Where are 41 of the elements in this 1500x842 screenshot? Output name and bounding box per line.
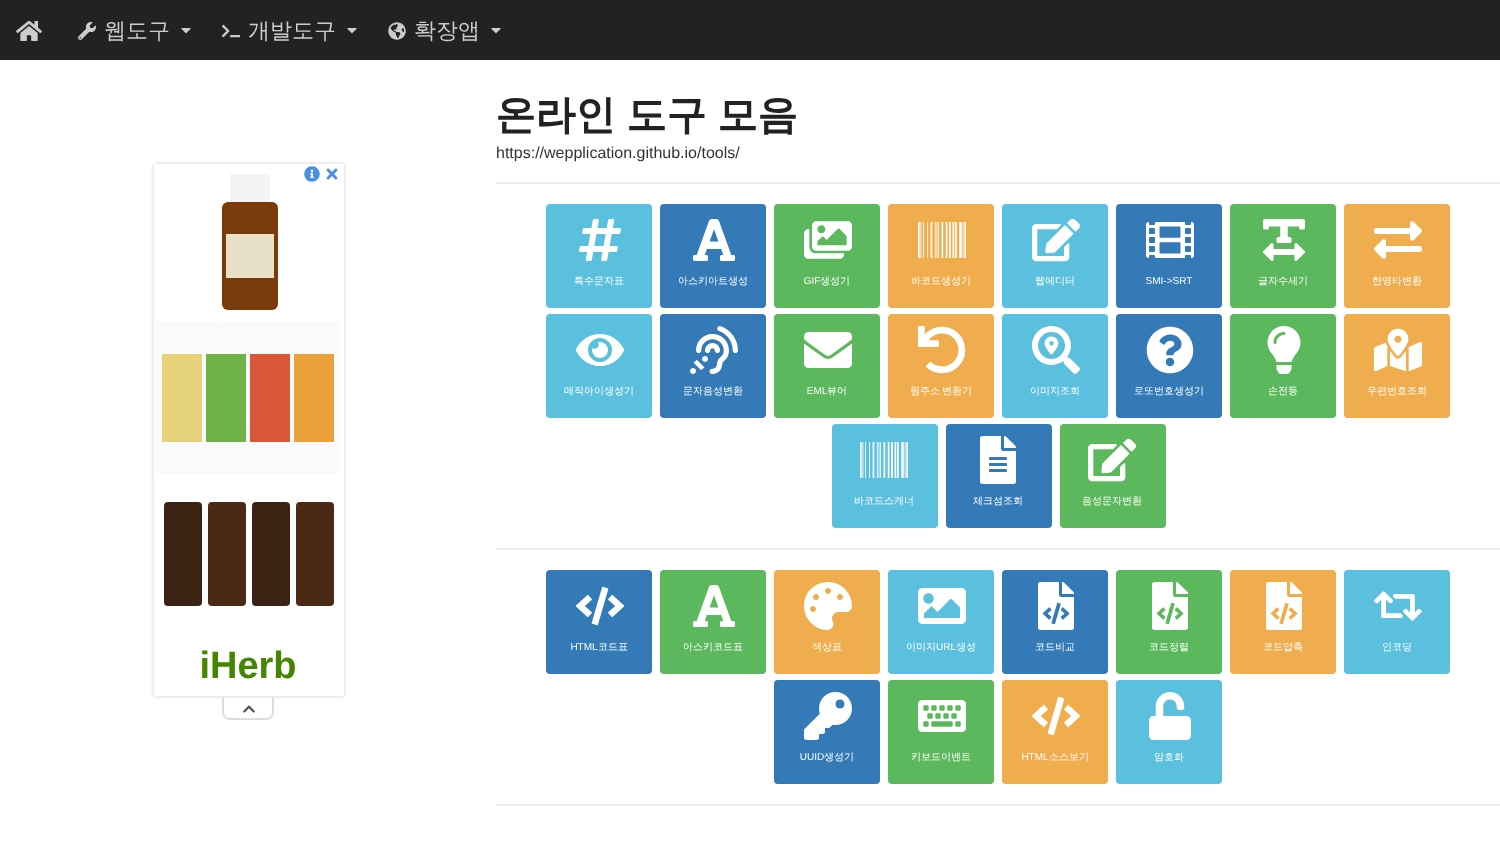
edit-icon [1031, 216, 1079, 264]
document-icon [974, 436, 1022, 484]
nav-menu[interactable]: 웹도구 [78, 15, 194, 45]
image-icon [917, 582, 965, 630]
edit-icon [1088, 436, 1136, 484]
text-width-icon [1259, 216, 1307, 264]
palette-icon [803, 582, 851, 630]
page-url: https://wepplication.github.io/tools/ [496, 144, 742, 162]
ear-icon [689, 326, 737, 374]
globe-icon [388, 21, 406, 39]
hashtag-icon [575, 216, 623, 264]
images-icon [803, 216, 851, 264]
barcode-icon [917, 216, 965, 264]
terminal-icon [222, 21, 240, 39]
exchange-icon [1373, 216, 1421, 264]
caret-icon [178, 22, 194, 38]
info-icon [303, 166, 319, 182]
caret-icon [344, 22, 360, 38]
barcode-icon [860, 436, 908, 484]
question-icon [1145, 326, 1193, 374]
brand-logo: iHerb [199, 646, 297, 690]
wrench-icon [78, 21, 96, 39]
letter-icon [689, 582, 737, 630]
envelope-icon [803, 326, 851, 374]
advertisement[interactable]: iHerb [153, 164, 343, 696]
map-icon [1373, 326, 1421, 374]
unlock-icon [1145, 692, 1193, 740]
nav-menu[interactable]: 개발도구 [222, 15, 360, 45]
chevron-up-icon [241, 701, 255, 715]
page-title: 온라인 도구 모음 [496, 92, 801, 140]
collapse-button[interactable] [222, 698, 274, 720]
key-icon [803, 692, 851, 740]
letter-icon [689, 216, 737, 264]
close-icon [323, 166, 339, 182]
code-icon [1031, 692, 1079, 740]
film-icon [1145, 216, 1193, 264]
caret-icon [488, 22, 504, 38]
undo-icon [917, 326, 965, 374]
nav-menu[interactable]: 확장앱 [388, 15, 504, 45]
code-icon [575, 582, 623, 630]
search-icon [1031, 326, 1079, 374]
